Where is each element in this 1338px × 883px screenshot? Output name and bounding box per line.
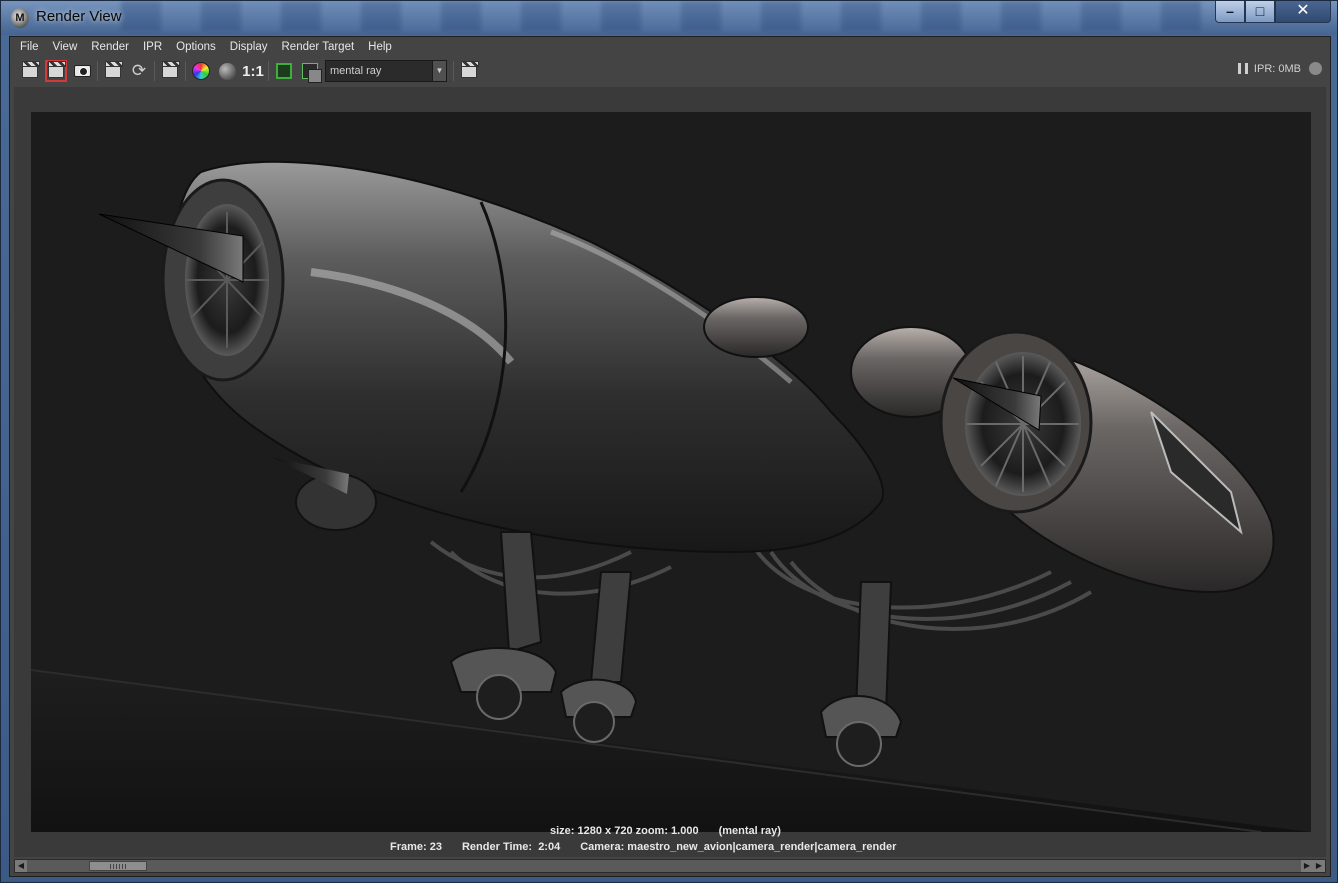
ipr-indicator-icon	[1309, 62, 1322, 75]
keep-image-icon	[276, 63, 292, 79]
toolbar: ⟳ 1:1 mental ray ▼	[10, 58, 1330, 84]
redo-render-button[interactable]	[19, 60, 41, 82]
render-region-button[interactable]	[45, 60, 67, 82]
scroll-end-button[interactable]: ▶	[1313, 860, 1325, 872]
size-zoom-label: size: 1280 x 720 zoom: 1.000	[550, 825, 699, 837]
frame-label: Frame: 23	[390, 841, 442, 853]
camera-icon	[73, 65, 91, 77]
pause-icon[interactable]	[1237, 63, 1248, 74]
renderer-tag: (mental ray)	[718, 825, 781, 837]
horizontal-scrollbar[interactable]: ◀ ▶ ▶	[14, 859, 1326, 873]
snapshot-button[interactable]	[71, 60, 93, 82]
menu-view[interactable]: View	[53, 41, 78, 53]
menu-render-target[interactable]: Render Target	[282, 41, 355, 53]
ipr-clapper-icon	[105, 60, 123, 78]
maya-icon[interactable]: M	[11, 8, 29, 28]
scroll-right-button[interactable]: ▶	[1301, 860, 1313, 872]
alpha-channel-icon	[218, 62, 236, 80]
refresh-ipr-button[interactable]: ⟳	[128, 60, 150, 82]
close-button[interactable]: ✕	[1275, 1, 1331, 23]
chevron-down-icon: ▼	[432, 61, 446, 81]
renderer-select[interactable]: mental ray ▼	[325, 60, 447, 82]
remove-image-icon	[302, 63, 322, 83]
display-rgb-button[interactable]	[190, 60, 212, 82]
minimize-button[interactable]: –	[1215, 1, 1245, 23]
real-size-button[interactable]: 1:1	[242, 60, 264, 82]
ipr-render-button[interactable]	[102, 60, 124, 82]
render-time-label: Render Time: 2:04	[461, 841, 561, 853]
toolbar-separator	[154, 61, 155, 81]
render-size-info: size: 1280 x 720 zoom: 1.000 (mental ray)	[550, 825, 1338, 837]
camera-label: Camera: maestro_new_avion|camera_render|…	[580, 841, 897, 853]
window-controls: – □ ✕	[1215, 1, 1331, 23]
settings-clapper-icon	[162, 60, 180, 78]
layers-clapper-icon	[461, 60, 479, 78]
ipr-memory-label: IPR: 0MB	[1253, 62, 1301, 75]
render-view-panel: File View Render IPR Options Display Ren…	[9, 36, 1331, 877]
menu-options[interactable]: Options	[176, 41, 216, 53]
render-layers-button[interactable]	[458, 60, 480, 82]
title-bar[interactable]: M Render View – □ ✕	[1, 1, 1337, 35]
menu-ipr[interactable]: IPR	[143, 41, 162, 53]
aircraft-render	[31, 160, 1311, 832]
menu-bar: File View Render IPR Options Display Ren…	[10, 37, 1330, 57]
window-title: Render View	[36, 8, 122, 25]
toolbar-separator	[453, 61, 454, 81]
toolbar-separator	[97, 61, 98, 81]
scroll-thumb[interactable]	[89, 861, 147, 871]
render-settings-button[interactable]	[159, 60, 181, 82]
toolbar-separator	[268, 61, 269, 81]
menu-file[interactable]: File	[20, 41, 39, 53]
ipr-status: IPR: 0MB	[1237, 62, 1322, 75]
display-alpha-button[interactable]	[216, 60, 238, 82]
render-frame-info: Frame: 23 Render Time: 2:04 Camera: maestr…	[390, 841, 1338, 853]
rgb-channels-icon	[192, 62, 210, 80]
clapper-icon	[22, 60, 40, 78]
ratio-label: 1:1	[242, 62, 264, 80]
refresh-icon: ⟳	[131, 61, 147, 80]
scroll-left-button[interactable]: ◀	[15, 860, 27, 872]
menu-help[interactable]: Help	[368, 41, 392, 53]
remove-image-button[interactable]	[299, 60, 322, 83]
fuselage	[169, 160, 884, 554]
toolbar-separator	[185, 61, 186, 81]
maximize-button[interactable]: □	[1245, 1, 1275, 23]
clapper-region-icon	[48, 60, 66, 78]
rendered-image	[31, 112, 1311, 832]
menu-display[interactable]: Display	[230, 41, 268, 53]
title-bar-background	[121, 1, 1201, 31]
keep-image-button[interactable]	[273, 60, 295, 82]
render-view-window: M Render View – □ ✕ File View Render IPR…	[0, 0, 1338, 883]
render-viewport[interactable]: size: 1280 x 720 zoom: 1.000 (mental ray)…	[14, 87, 1326, 857]
renderer-select-value: mental ray	[330, 65, 382, 77]
menu-render[interactable]: Render	[91, 41, 129, 53]
